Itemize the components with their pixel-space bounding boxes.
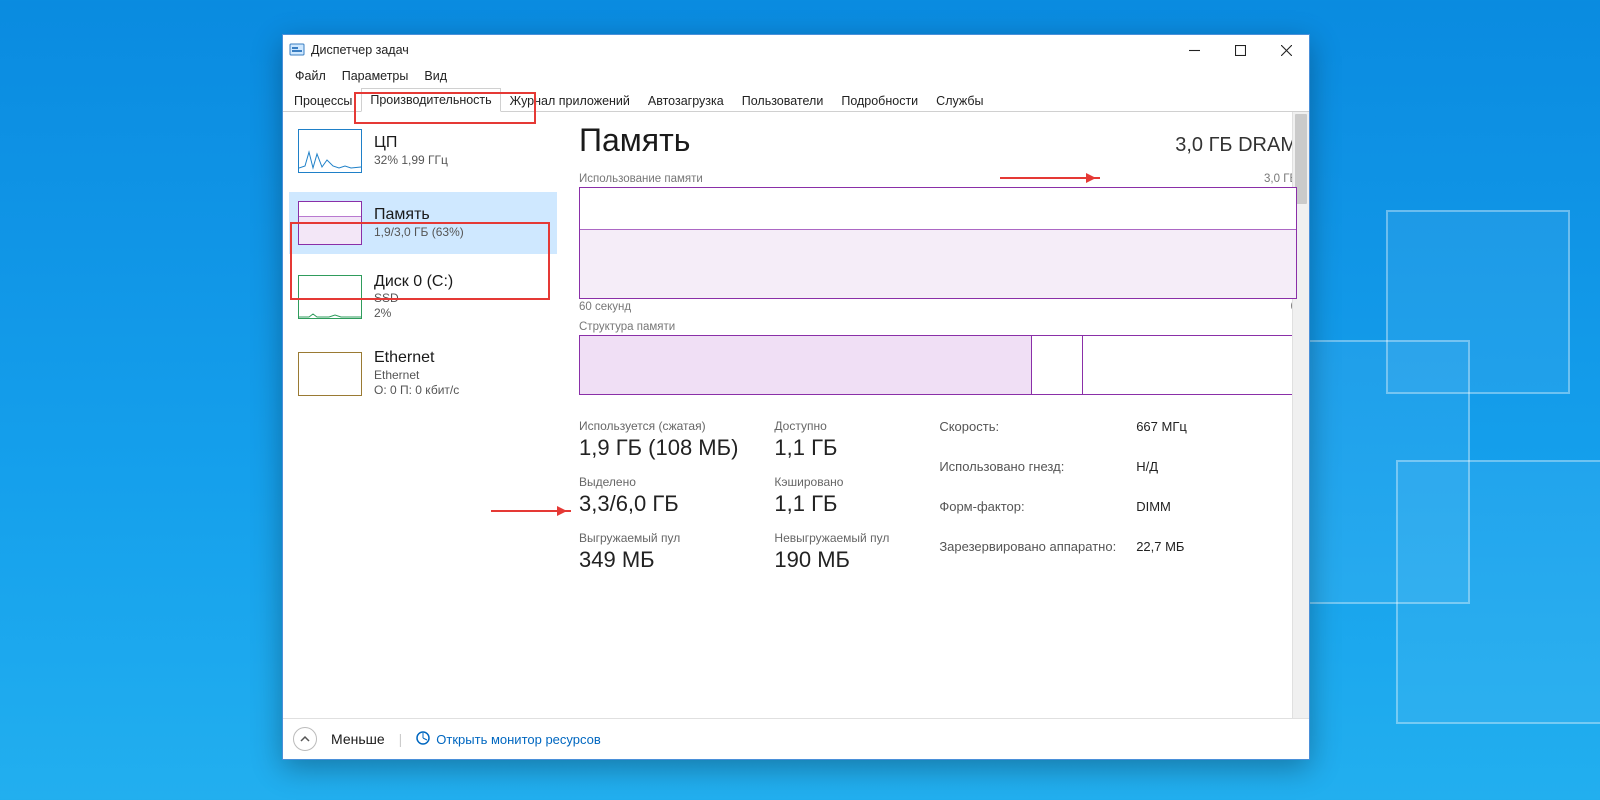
close-button[interactable]	[1263, 35, 1309, 65]
tab-performance[interactable]: Производительность	[361, 88, 500, 112]
nonpaged-value: 190 МБ	[774, 547, 889, 573]
tab-users[interactable]: Пользователи	[733, 89, 833, 112]
disk-sub1: SSD	[374, 291, 453, 306]
fewer-details-button[interactable]	[293, 727, 317, 751]
paged-value: 349 МБ	[579, 547, 738, 573]
titlebar[interactable]: Диспетчер задач	[283, 35, 1309, 65]
avail-value: 1,1 ГБ	[774, 435, 889, 461]
sidebar-item-disk[interactable]: Диск 0 (C:) SSD 2%	[289, 264, 557, 330]
net-sub1: Ethernet	[374, 368, 459, 383]
menu-options[interactable]: Параметры	[334, 67, 417, 85]
cached-label: Кэшировано	[774, 475, 889, 489]
form-v: DIMM	[1136, 499, 1187, 533]
menu-file[interactable]: Файл	[287, 67, 334, 85]
nonpaged-label: Невыгружаемый пул	[774, 531, 889, 545]
menu-bar: Файл Параметры Вид	[283, 65, 1309, 87]
memory-composition-graph	[579, 335, 1297, 395]
reserved-k: Зарезервировано аппаратно:	[939, 539, 1116, 573]
cpu-sub: 32% 1,99 ГГц	[374, 153, 448, 168]
net-thumbnail	[298, 352, 362, 396]
x-axis-left: 60 секунд	[579, 301, 631, 313]
details-kv: Скорость:667 МГц Использовано гнезд:Н/Д …	[939, 419, 1186, 573]
tab-app-history[interactable]: Журнал приложений	[501, 89, 639, 112]
slots-k: Использовано гнезд:	[939, 459, 1116, 493]
committed-value: 3,3/6,0 ГБ	[579, 491, 738, 517]
avail-label: Доступно	[774, 419, 889, 433]
resource-monitor-icon	[416, 731, 430, 748]
tab-processes[interactable]: Процессы	[285, 89, 361, 112]
used-label: Используется (сжатая)	[579, 419, 738, 433]
window-title: Диспетчер задач	[311, 43, 409, 57]
page-title: Память	[579, 122, 690, 159]
form-k: Форм-фактор:	[939, 499, 1116, 533]
app-icon	[289, 42, 305, 58]
speed-v: 667 МГц	[1136, 419, 1187, 453]
cpu-title: ЦП	[374, 134, 448, 152]
memory-usage-graph	[579, 187, 1297, 299]
slots-v: Н/Д	[1136, 459, 1187, 493]
tab-details[interactable]: Подробности	[832, 89, 927, 112]
minimize-button[interactable]	[1171, 35, 1217, 65]
resource-sidebar: ЦП 32% 1,99 ГГц Память 1,9/3,0 ГБ (63%)	[283, 112, 563, 718]
tab-strip: Процессы Производительность Журнал прило…	[283, 87, 1309, 112]
resource-monitor-label: Открыть монитор ресурсов	[436, 732, 600, 747]
net-title: Ethernet	[374, 349, 459, 367]
memory-title: Память	[374, 206, 464, 224]
composition-label: Структура памяти	[579, 321, 675, 333]
memory-sub: 1,9/3,0 ГБ (63%)	[374, 225, 464, 240]
sidebar-item-ethernet[interactable]: Ethernet Ethernet О: 0 П: 0 кбит/с	[289, 340, 557, 406]
cpu-thumbnail	[298, 129, 362, 173]
paged-label: Выгружаемый пул	[579, 531, 738, 545]
usage-graph-label: Использование памяти	[579, 173, 703, 185]
speed-k: Скорость:	[939, 419, 1116, 453]
disk-title: Диск 0 (C:)	[374, 273, 453, 291]
open-resource-monitor-link[interactable]: Открыть монитор ресурсов	[416, 731, 600, 748]
fewer-details-label[interactable]: Меньше	[331, 731, 385, 747]
memory-total: 3,0 ГБ DRAM	[1175, 134, 1297, 157]
disk-thumbnail	[298, 275, 362, 319]
cached-value: 1,1 ГБ	[774, 491, 889, 517]
net-sub2: О: 0 П: 0 кбит/с	[374, 383, 459, 398]
used-value: 1,9 ГБ (108 МБ)	[579, 435, 738, 461]
memory-thumbnail	[298, 201, 362, 245]
bottom-bar: Меньше | Открыть монитор ресурсов	[283, 718, 1309, 759]
task-manager-window: Диспетчер задач Файл Параметры Вид Проце…	[282, 34, 1310, 760]
maximize-button[interactable]	[1217, 35, 1263, 65]
menu-view[interactable]: Вид	[416, 67, 455, 85]
stats-grid: Используется (сжатая) 1,9 ГБ (108 МБ) Дос…	[579, 419, 889, 573]
sidebar-item-cpu[interactable]: ЦП 32% 1,99 ГГц	[289, 120, 557, 182]
detail-pane: Память 3,0 ГБ DRAM Использование памяти …	[563, 112, 1309, 718]
sidebar-item-memory[interactable]: Память 1,9/3,0 ГБ (63%)	[289, 192, 557, 254]
tab-services[interactable]: Службы	[927, 89, 992, 112]
tab-startup[interactable]: Автозагрузка	[639, 89, 733, 112]
divider: |	[399, 731, 403, 747]
committed-label: Выделено	[579, 475, 738, 489]
reserved-v: 22,7 МБ	[1136, 539, 1187, 573]
disk-sub2: 2%	[374, 306, 453, 321]
